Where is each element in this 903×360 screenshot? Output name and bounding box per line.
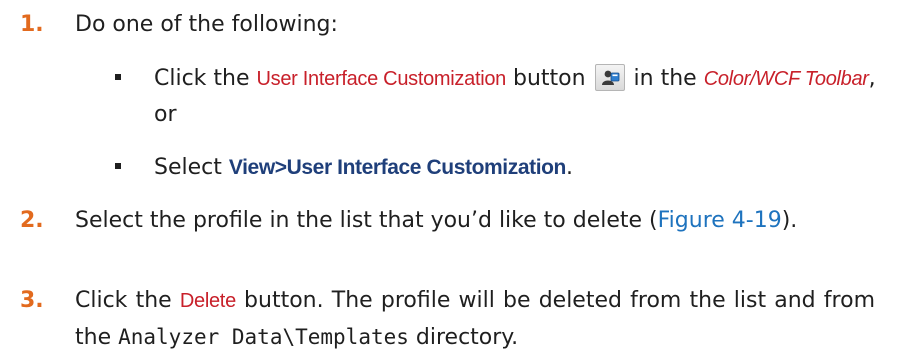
bullet-text: Select View>User Interface Customization… [154,155,573,180]
directory-path: Analyzer Data\Templates [118,325,409,349]
step-number: 3. [20,288,44,313]
figure-link[interactable]: Figure 4-19 [658,208,782,233]
user-interface-customization-icon [594,64,625,91]
toolbar-reference: Color/WCF Toolbar [703,68,869,90]
step-text: Select the profile in the list that you’… [75,208,798,233]
bullet-marker [115,163,121,169]
step-number: 1. [20,12,44,37]
ui-reference: User Interface Customization [256,68,507,90]
menu-path: View>User Interface Customization [228,156,567,179]
step-text: Click the Delete button. The profile wil… [75,288,876,350]
bullet-text: Click the User Interface Customization b… [154,64,876,127]
step-number: 2. [20,208,44,233]
step-text: Do one of the following: [75,12,338,37]
bullet-marker [115,74,121,80]
ui-reference: Delete [179,290,236,312]
